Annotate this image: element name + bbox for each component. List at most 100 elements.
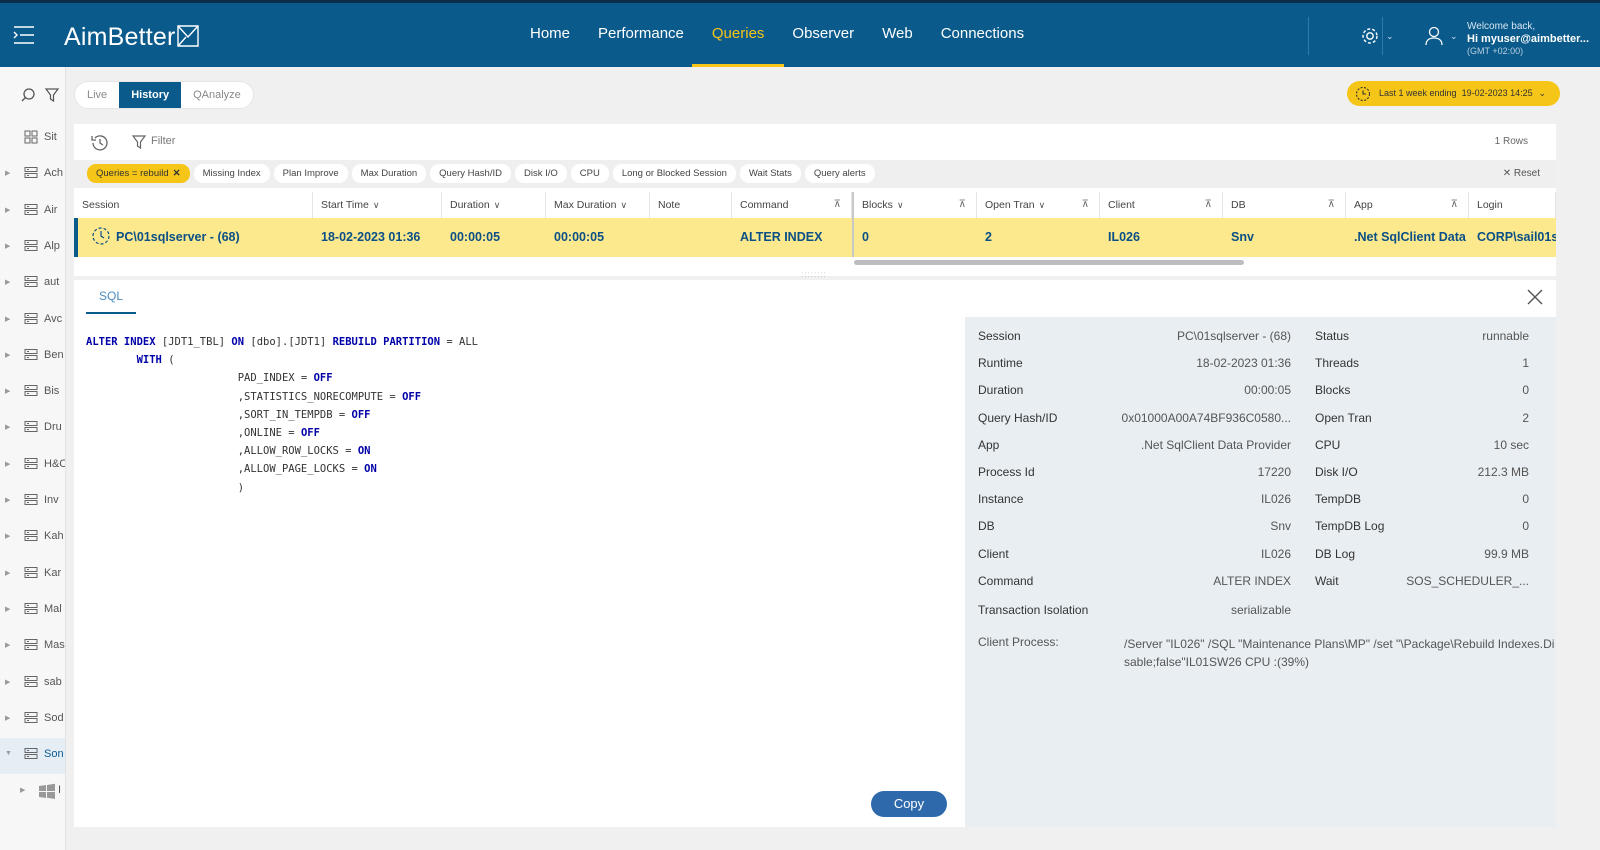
column-header-db[interactable]: DB ⊼: [1223, 192, 1346, 218]
pin-icon[interactable]: ⊼: [1328, 192, 1335, 218]
chevron-right-icon[interactable]: ▶: [5, 387, 10, 395]
chevron-right-icon[interactable]: ▶: [5, 605, 10, 613]
horizontal-scrollbar[interactable]: [854, 260, 1244, 265]
chevron-right-icon[interactable]: ▶: [5, 460, 10, 468]
chevron-right-icon[interactable]: ▶: [5, 569, 10, 577]
chevron-down-icon[interactable]: ∨: [897, 200, 904, 210]
sidebar-item-avc[interactable]: ▶ Avc: [0, 303, 65, 339]
sidebar-item-sod[interactable]: ▶ Sod: [0, 702, 65, 738]
sidebar-item-aut[interactable]: ▶ aut: [0, 266, 65, 302]
column-header-app[interactable]: App ⊼: [1346, 192, 1469, 218]
sidebar-item-mal[interactable]: ▶ Mal: [0, 593, 65, 629]
filter-chip[interactable]: Plan Improve: [273, 164, 348, 183]
filter-icon[interactable]: [45, 87, 59, 103]
sidebar-item-sit[interactable]: Sit: [0, 121, 65, 157]
chevron-down-icon[interactable]: ⌄: [1450, 31, 1458, 42]
column-header-max-duration[interactable]: Max Duration ∨: [546, 192, 650, 218]
close-icon[interactable]: [1526, 288, 1544, 306]
chevron-right-icon[interactable]: ▶: [5, 714, 10, 722]
filter-icon[interactable]: [132, 134, 146, 150]
nav-observer[interactable]: Observer: [792, 3, 854, 67]
chevron-right-icon[interactable]: ▶: [5, 496, 10, 504]
chevron-right-icon[interactable]: ▶: [5, 278, 10, 286]
column-header-note[interactable]: Note: [650, 192, 732, 218]
gear-icon[interactable]: [1360, 26, 1380, 46]
pin-icon[interactable]: ⊼: [1451, 192, 1458, 218]
sidebar-item-alp[interactable]: ▶ Alp: [0, 230, 65, 266]
sidebar-item-i[interactable]: ▶ I: [0, 774, 65, 810]
chevron-down-icon[interactable]: ⌄: [1386, 31, 1394, 42]
filter-chip[interactable]: Queries = rebuild ✕: [87, 164, 190, 183]
sidebar-item-mas[interactable]: ▶ Mas: [0, 629, 65, 665]
filter-chip[interactable]: Disk I/O: [514, 164, 567, 183]
sidebar-item-inv[interactable]: ▶ Inv: [0, 484, 65, 520]
pin-icon[interactable]: ⊼: [834, 192, 841, 218]
app-logo[interactable]: AimBetter: [64, 23, 199, 52]
sidebar-item-bis[interactable]: ▶ Bis: [0, 375, 65, 411]
nav-performance[interactable]: Performance: [598, 3, 684, 67]
filter-button[interactable]: Filter: [151, 135, 175, 147]
column-header-start-time[interactable]: Start Time ∨: [313, 192, 442, 218]
sidebar-item-kah[interactable]: ▶ Kah: [0, 520, 65, 556]
user-icon[interactable]: [1425, 26, 1443, 46]
user-menu[interactable]: Welcome back, Hi myuser@aimbetter... (GM…: [1467, 21, 1589, 57]
column-header-blocks[interactable]: Blocks ∨ ⊼: [854, 192, 977, 218]
filter-chip[interactable]: Max Duration: [351, 164, 427, 183]
nav-queries[interactable]: Queries: [692, 3, 784, 67]
menu-toggle-icon[interactable]: [12, 25, 36, 45]
filter-chip[interactable]: Long or Blocked Session: [612, 164, 736, 183]
column-header-session[interactable]: Session: [74, 192, 313, 218]
column-header-client[interactable]: Client ⊼: [1100, 192, 1223, 218]
filter-chip[interactable]: Missing Index: [193, 164, 270, 183]
sidebar-item-sab[interactable]: ▶ sab: [0, 666, 65, 702]
nav-web[interactable]: Web: [882, 3, 913, 67]
sidebar-item-h-c[interactable]: ▶ H&C: [0, 448, 65, 484]
chevron-down-icon[interactable]: ▼: [5, 750, 12, 757]
chevron-right-icon[interactable]: ▶: [5, 206, 10, 214]
sidebar-item-dru[interactable]: ▶ Dru: [0, 411, 65, 447]
chevron-right-icon[interactable]: ▶: [5, 315, 10, 323]
chevron-right-icon[interactable]: ▶: [5, 242, 10, 250]
column-header-login[interactable]: Login: [1469, 192, 1556, 218]
pin-icon[interactable]: ⊼: [959, 192, 966, 218]
history-icon[interactable]: [89, 133, 111, 153]
chevron-down-icon[interactable]: ∨: [373, 200, 380, 210]
tab-history[interactable]: History: [119, 82, 182, 108]
chevron-right-icon[interactable]: ▶: [5, 532, 10, 540]
column-header-command[interactable]: Command ⊼: [732, 192, 852, 218]
time-range-picker[interactable]: Last 1 week ending 19-02-2023 14:25 ⌄: [1347, 81, 1560, 106]
chevron-down-icon[interactable]: ∨: [1039, 200, 1046, 210]
column-header-duration[interactable]: Duration ∨: [442, 192, 546, 218]
close-icon[interactable]: ✕: [173, 168, 181, 179]
chevron-right-icon[interactable]: ▶: [5, 641, 10, 649]
sidebar-item-son[interactable]: ▼ Son: [0, 738, 65, 775]
chevron-right-icon[interactable]: ▶: [5, 678, 10, 686]
search-icon[interactable]: [20, 87, 36, 103]
filter-chip[interactable]: Query alerts: [804, 164, 875, 183]
chevron-right-icon[interactable]: ▶: [5, 351, 10, 359]
tab-sql[interactable]: SQL: [86, 280, 136, 314]
filter-chip[interactable]: Query Hash/ID: [430, 164, 511, 183]
sidebar-item-kar[interactable]: ▶ Kar: [0, 557, 65, 593]
filter-chip[interactable]: Wait Stats: [739, 164, 801, 183]
table-row[interactable]: PC\01sqlserver - (68) 18-02-2023 01:36 00:…: [74, 218, 1556, 257]
sidebar-item-ach[interactable]: ▶ Ach: [0, 157, 65, 193]
chevron-right-icon[interactable]: ▶: [5, 169, 10, 177]
tab-qanalyze[interactable]: QAnalyze: [181, 82, 253, 108]
chevron-right-icon[interactable]: ▶: [5, 423, 10, 431]
column-header-open-tran[interactable]: Open Tran ∨ ⊼: [977, 192, 1100, 218]
pin-icon[interactable]: ⊼: [1082, 192, 1089, 218]
chevron-right-icon[interactable]: ▶: [20, 786, 25, 794]
filter-chip[interactable]: CPU: [570, 164, 609, 183]
nav-connections[interactable]: Connections: [941, 3, 1024, 67]
reset-button[interactable]: ✕ Reset: [1503, 168, 1540, 179]
chevron-down-icon[interactable]: ∨: [620, 200, 627, 210]
nav-home[interactable]: Home: [530, 3, 570, 67]
sidebar-item-ben[interactable]: ▶ Ben: [0, 339, 65, 375]
copy-button[interactable]: Copy: [871, 791, 947, 817]
resize-handle[interactable]: ::::::::: [801, 270, 827, 279]
sidebar-item-air[interactable]: ▶ Air: [0, 194, 65, 230]
pin-icon[interactable]: ⊼: [1205, 192, 1212, 218]
tab-live[interactable]: Live: [75, 82, 119, 108]
chevron-down-icon[interactable]: ∨: [494, 200, 501, 210]
